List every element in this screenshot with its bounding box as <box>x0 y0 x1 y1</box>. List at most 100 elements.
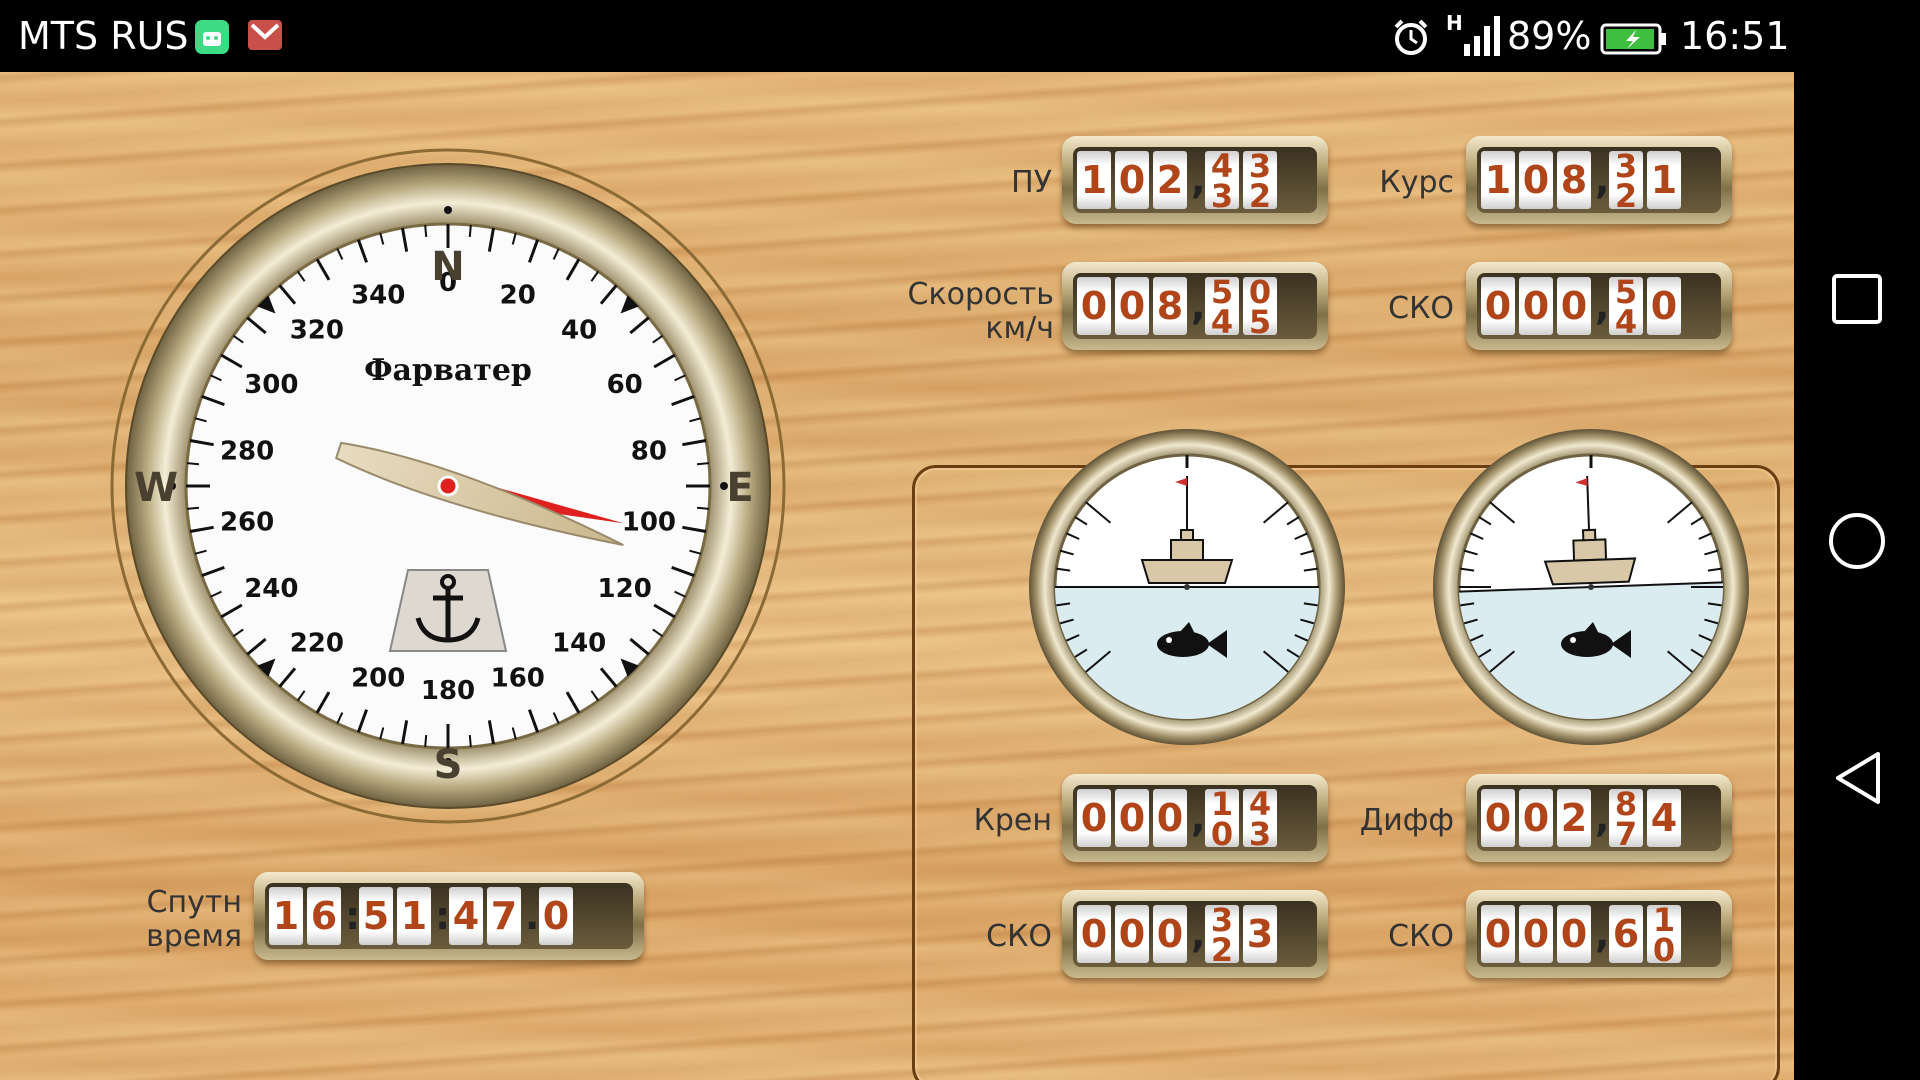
counter-window: 16:51:47.0 <box>265 883 633 949</box>
kurs-counter: 108,321 <box>1466 136 1732 224</box>
sat-time-label: Спутн время <box>146 885 242 954</box>
compass-degree-label: 200 <box>351 664 405 694</box>
counter-digit: 43 <box>1243 789 1277 847</box>
counter-window: 000,323 <box>1073 901 1317 967</box>
kren-label: Крен <box>973 803 1052 838</box>
counter-separator: , <box>1595 284 1610 328</box>
counter-digit: 0 <box>1519 277 1553 335</box>
back-button[interactable] <box>1830 748 1884 808</box>
pitch-gauge <box>1433 429 1749 745</box>
counter-digit: 0 <box>1153 905 1187 963</box>
speed-label: Скорость км/ч <box>907 277 1054 346</box>
counter-digit: 0 <box>1557 905 1591 963</box>
compass-tick <box>468 734 472 748</box>
counter-digit: 0 <box>1115 277 1149 335</box>
diff-label: Дифф <box>1359 803 1454 838</box>
counter-digit: 05 <box>1243 277 1277 335</box>
counter-window: 008,5405 <box>1073 273 1317 339</box>
counter-digit: 4 <box>1647 789 1681 847</box>
counter-digit: 10 <box>1647 905 1681 963</box>
counter-digit: 3 <box>1243 905 1277 963</box>
compass-degree-label: 240 <box>244 574 298 604</box>
compass-pivot <box>437 475 459 497</box>
compass: 0 204060801001201401601802002202402602803… <box>110 148 786 824</box>
compass-tick <box>424 224 428 238</box>
counter-window: 002,874 <box>1477 785 1721 851</box>
counter-digit: 4 <box>449 887 483 945</box>
kurs-label: Курс <box>1379 165 1454 200</box>
counter-digit: 0 <box>1115 905 1149 963</box>
sko2-counter: 000,323 <box>1062 890 1328 978</box>
counter-digit: 8 <box>1557 151 1591 209</box>
counter-digit: 0 <box>1481 905 1515 963</box>
counter-digit: 0 <box>1153 789 1187 847</box>
compass-degree-label: 120 <box>598 574 652 604</box>
recents-button[interactable] <box>1830 272 1884 326</box>
counter-separator: , <box>1595 796 1610 840</box>
compass-degree-label: 60 <box>607 370 643 400</box>
counter-digit: 2 <box>1153 151 1187 209</box>
counter-digit: 1 <box>1077 151 1111 209</box>
counter-digit: 0 <box>1647 277 1681 335</box>
compass-n: N <box>431 244 464 290</box>
pu-label: ПУ <box>1011 165 1052 200</box>
counter-digit: 0 <box>1519 789 1553 847</box>
counter-digit: 1 <box>397 887 431 945</box>
home-button[interactable] <box>1826 510 1888 572</box>
counter-separator: : <box>345 894 361 938</box>
counter-digit: 2 <box>1557 789 1591 847</box>
counter-digit: 54 <box>1205 277 1239 335</box>
counter-window: 102,4332 <box>1073 147 1317 213</box>
sat-time-counter: 16:51:47.0 <box>254 872 644 960</box>
compass-degree-label: 140 <box>552 628 606 658</box>
counter-digit: 0 <box>1519 905 1553 963</box>
compass-degree-label: 300 <box>244 370 298 400</box>
counter-separator: , <box>1191 912 1206 956</box>
compass-logo: Фарватер <box>364 353 532 388</box>
counter-digit: 54 <box>1609 277 1643 335</box>
counter-window: 108,321 <box>1477 147 1721 213</box>
counter-separator: , <box>1595 158 1610 202</box>
counter-digit: 43 <box>1205 151 1239 209</box>
compass-degree-label: 80 <box>631 437 667 467</box>
sko2-label: СКО <box>986 919 1052 954</box>
battery-percent: 89% <box>1507 14 1592 58</box>
counter-digit: 0 <box>1077 905 1111 963</box>
counter-digit: 0 <box>1077 789 1111 847</box>
compass-degree-label: 100 <box>622 507 676 537</box>
counter-digit: 87 <box>1609 789 1643 847</box>
counter-digit: 0 <box>1519 151 1553 209</box>
kren-counter: 000,1043 <box>1062 774 1328 862</box>
counter-digit: 0 <box>1115 789 1149 847</box>
app-background: 0 20 40 60 80 100 120 140 160 180 200 220 240 260 280 3… <box>0 72 1794 1080</box>
diff-counter: 002,874 <box>1466 774 1732 862</box>
counter-window: 000,540 <box>1477 273 1721 339</box>
counter-digit: 0 <box>539 887 573 945</box>
status-bar: MTS RUS H 89% 16:51 <box>0 0 1920 72</box>
clock: 16:51 <box>1680 14 1790 58</box>
counter-digit: 1 <box>1481 151 1515 209</box>
counter-separator: , <box>1191 158 1206 202</box>
counter-separator: , <box>1191 796 1206 840</box>
sko3-counter: 000,610 <box>1466 890 1732 978</box>
compass-tick <box>696 462 710 466</box>
compass-tick <box>424 734 428 748</box>
alarm-icon <box>1392 18 1430 60</box>
compass-degree-label: 260 <box>220 507 274 537</box>
counter-separator: , <box>1595 912 1610 956</box>
counter-window: 000,610 <box>1477 901 1721 967</box>
counter-digit: 6 <box>1609 905 1643 963</box>
compass-degree-label: 40 <box>561 316 597 346</box>
gmail-icon <box>248 20 282 50</box>
compass-tick <box>186 506 200 510</box>
counter-digit: 32 <box>1205 905 1239 963</box>
counter-digit: 1 <box>1647 151 1681 209</box>
pu-counter: 102,4332 <box>1062 136 1328 224</box>
signal-icon: H <box>1444 10 1502 64</box>
compass-cardinal-dot <box>444 206 452 214</box>
counter-digit: 6 <box>307 887 341 945</box>
counter-separator: : <box>435 894 451 938</box>
compass-tick <box>696 506 710 510</box>
counter-digit: 5 <box>359 887 393 945</box>
counter-separator: . <box>525 894 540 938</box>
